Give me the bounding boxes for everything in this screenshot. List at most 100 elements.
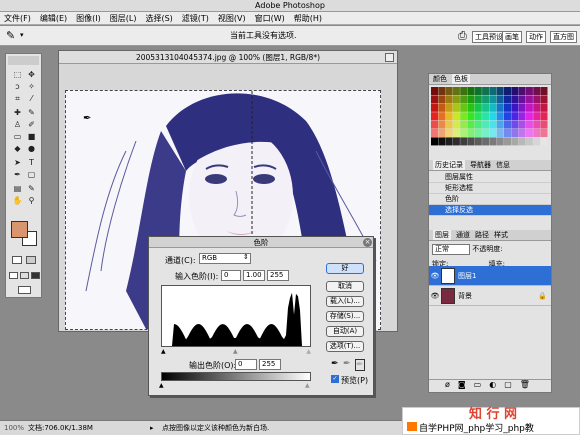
swatch-cell[interactable]: [533, 129, 541, 137]
brush-tool-icon[interactable]: ✎: [26, 108, 37, 118]
swatch-cell[interactable]: [525, 87, 533, 95]
cancel-button[interactable]: 取消: [326, 281, 364, 292]
swatch-cell[interactable]: [518, 137, 526, 146]
screen-mode-full-menu-icon[interactable]: [20, 272, 29, 279]
swatch-cell[interactable]: [467, 87, 475, 95]
dodge-tool-icon[interactable]: ●: [26, 144, 37, 154]
new-layer-icon[interactable]: ▢: [504, 380, 512, 391]
swatch-cell[interactable]: [533, 87, 541, 95]
swatch-cell[interactable]: [445, 95, 453, 104]
lasso-tool-icon[interactable]: ↄ: [12, 82, 23, 92]
swatch-cell[interactable]: [511, 137, 519, 146]
jump-to-imageready-icon[interactable]: [18, 286, 31, 294]
swatch-cell[interactable]: [431, 103, 438, 112]
swatch-cell[interactable]: [460, 87, 468, 95]
swatch-cell[interactable]: [445, 112, 453, 121]
path-select-icon[interactable]: ➤: [12, 158, 23, 168]
eye-icon[interactable]: 👁: [429, 272, 441, 280]
swatch-cell[interactable]: [445, 103, 453, 112]
swatch-cell[interactable]: [525, 120, 533, 129]
adjustment-icon[interactable]: ◐: [489, 380, 496, 391]
swatch-cell[interactable]: [431, 129, 438, 137]
tab-swatches[interactable]: 色板: [452, 74, 470, 84]
gray-eyedropper-icon[interactable]: ✒: [343, 359, 351, 369]
eyedropper-icon[interactable]: ✎: [6, 29, 15, 42]
swatch-cell[interactable]: [474, 137, 482, 146]
swatch-cell[interactable]: [504, 95, 511, 104]
tab-navigator[interactable]: 导航器: [470, 160, 491, 170]
swatch-cell[interactable]: [504, 137, 511, 146]
swatch-cell[interactable]: [489, 129, 497, 137]
swatch-cell[interactable]: [525, 103, 533, 112]
swatch-cell[interactable]: [496, 137, 504, 146]
input-black-field[interactable]: 0: [221, 270, 241, 281]
tab-info[interactable]: 信息: [496, 160, 510, 170]
swatch-cell[interactable]: [496, 103, 504, 112]
swatch-cell[interactable]: [460, 129, 468, 137]
swatch-cell[interactable]: [518, 95, 526, 104]
eye-icon[interactable]: 👁: [429, 292, 441, 300]
tab-history[interactable]: 历史记录: [433, 160, 465, 170]
input-slider[interactable]: ▲ ▲ ▲: [161, 348, 311, 355]
swatch-cell[interactable]: [518, 120, 526, 129]
swatch-cell[interactable]: [489, 137, 497, 146]
swatch-cell[interactable]: [518, 112, 526, 121]
ok-button[interactable]: 好: [326, 263, 364, 274]
menu-help[interactable]: 帮助(H): [294, 13, 322, 24]
input-white-field[interactable]: 255: [267, 270, 289, 281]
folder-icon[interactable]: ▭: [474, 380, 482, 391]
swatch-cell[interactable]: [438, 137, 446, 146]
swatch-cell[interactable]: [482, 120, 490, 129]
swatch-cell[interactable]: [525, 137, 533, 146]
blend-mode-select[interactable]: 正常: [432, 244, 470, 255]
zoom-level[interactable]: 100%: [4, 421, 24, 435]
slice-tool-icon[interactable]: ⁄: [26, 94, 37, 104]
swatch-cell[interactable]: [496, 120, 504, 129]
black-eyedropper-icon[interactable]: ✒: [331, 359, 339, 369]
history-brush-icon[interactable]: ✐: [26, 120, 37, 130]
swatch-cell[interactable]: [540, 103, 548, 112]
swatch-cell[interactable]: [445, 120, 453, 129]
chevron-down-icon[interactable]: ▾: [20, 31, 24, 39]
swatch-cell[interactable]: [438, 129, 446, 137]
swatch-cell[interactable]: [474, 87, 482, 95]
swatch-cell[interactable]: [504, 129, 511, 137]
swatch-cell[interactable]: [431, 87, 438, 95]
white-eyedropper-icon[interactable]: ✒: [355, 359, 365, 371]
menu-file[interactable]: 文件(F): [4, 13, 31, 24]
eraser-tool-icon[interactable]: ▭: [12, 132, 23, 142]
output-white-handle[interactable]: ▲: [305, 382, 310, 389]
swatch-cell[interactable]: [438, 112, 446, 121]
tab-layers[interactable]: 图层: [433, 230, 451, 240]
swatch-cell[interactable]: [489, 112, 497, 121]
swatch-cell[interactable]: [540, 129, 548, 137]
tab-channels[interactable]: 通道: [456, 230, 470, 240]
swatch-cell[interactable]: [511, 87, 519, 95]
tab-brushes[interactable]: 画笔: [502, 31, 522, 43]
mask-icon[interactable]: ◙: [458, 380, 466, 391]
swatch-cell[interactable]: [525, 129, 533, 137]
swatch-cell[interactable]: [460, 137, 468, 146]
swatch-cell[interactable]: [467, 112, 475, 121]
menu-view[interactable]: 视图(V): [218, 13, 246, 24]
swatch-cell[interactable]: [438, 95, 446, 104]
swatch-cell[interactable]: [482, 95, 490, 104]
swatch-cell[interactable]: [496, 112, 504, 121]
healing-brush-icon[interactable]: ✚: [12, 108, 23, 118]
arrow-right-icon[interactable]: ▸: [150, 421, 154, 435]
shape-tool-icon[interactable]: ▢: [26, 170, 37, 180]
swatch-cell[interactable]: [438, 120, 446, 129]
tab-color[interactable]: 颜色: [433, 74, 447, 84]
swatch-cell[interactable]: [540, 112, 548, 121]
standard-mode-icon[interactable]: [12, 256, 22, 264]
menu-select[interactable]: 选择(S): [145, 13, 172, 24]
marquee-tool-icon[interactable]: ⬚: [12, 70, 23, 80]
swatch-cell[interactable]: [518, 87, 526, 95]
quickmask-mode-icon[interactable]: [26, 256, 36, 264]
hand-tool-icon[interactable]: ✋: [12, 196, 23, 206]
white-point-handle[interactable]: ▲: [306, 348, 311, 355]
screen-mode-standard-icon[interactable]: [9, 272, 18, 279]
input-gamma-field[interactable]: 1.00: [243, 270, 265, 281]
swatch-cell[interactable]: [452, 112, 460, 121]
swatch-cell[interactable]: [431, 137, 438, 146]
